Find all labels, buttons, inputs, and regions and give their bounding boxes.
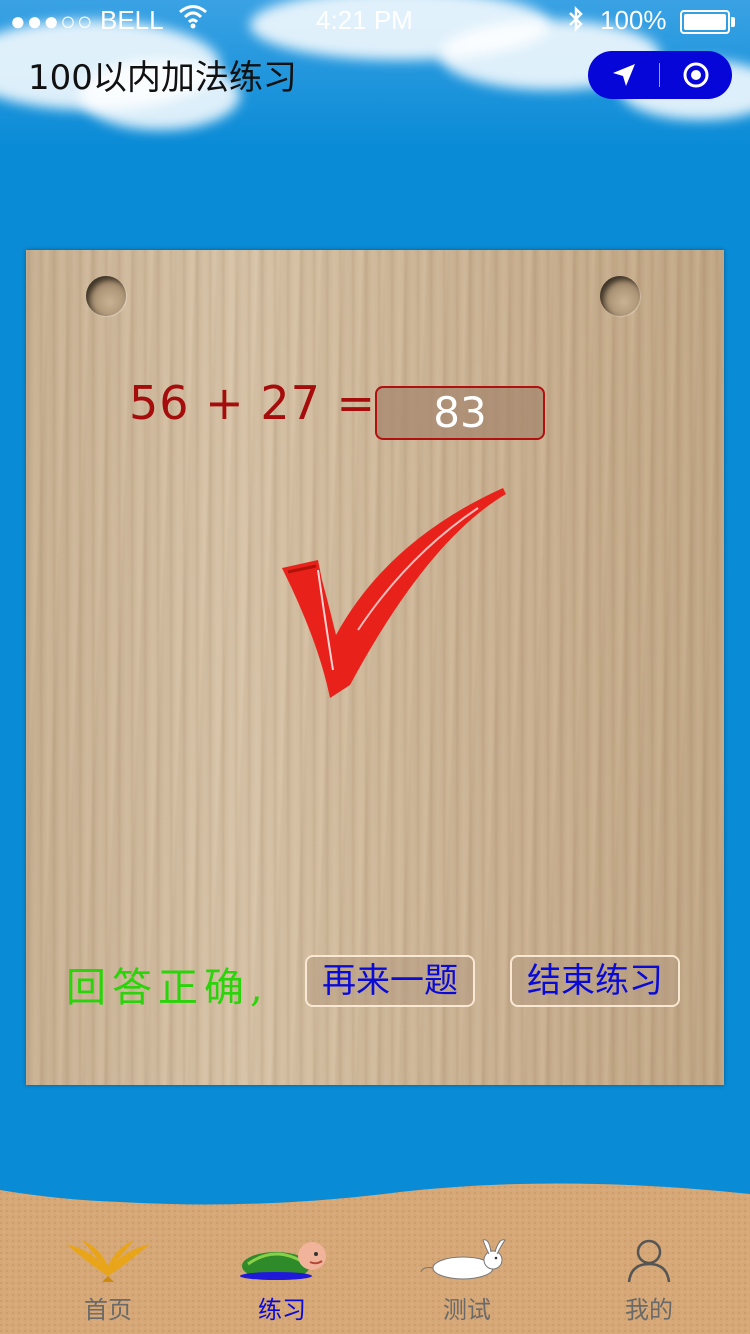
signal-strength-icon: ●●●○○: [10, 6, 94, 36]
eagle-icon: [33, 1236, 183, 1288]
carrier-name: BELL: [100, 5, 164, 35]
status-time: 4:21 PM: [316, 5, 413, 35]
close-target-button[interactable]: [660, 51, 732, 99]
wood-board: 56 + 27 = 83 回答正确, 再来一题 结束练习: [26, 250, 724, 1085]
checkmark-icon: [282, 488, 506, 698]
board-hole-left: [86, 276, 126, 316]
tab-mine[interactable]: 我的: [574, 1236, 724, 1332]
equals-sign: =: [336, 376, 377, 430]
bluetooth-icon: [566, 5, 586, 40]
mini-program-capsule: [588, 51, 732, 99]
battery-percentage: 100%: [600, 5, 667, 35]
location-button[interactable]: [588, 51, 660, 99]
page-title: 100以内加法练习: [28, 58, 297, 98]
tab-test-label: 测试: [443, 1296, 491, 1324]
tab-test[interactable]: 测试: [392, 1236, 542, 1332]
tab-practice-label: 练习: [258, 1296, 306, 1324]
turtle-icon: [207, 1236, 357, 1288]
status-bar: ●●●○○ BELL 4:21 PM 100%: [0, 0, 750, 40]
operand-a: 56: [129, 376, 190, 430]
rabbit-icon: [392, 1236, 542, 1288]
operator: +: [205, 376, 245, 430]
answer-input[interactable]: 83: [375, 386, 545, 440]
board-hole-right: [600, 276, 640, 316]
battery-icon: [680, 10, 735, 34]
equation: 56 + 27 =: [129, 376, 376, 430]
next-question-button[interactable]: 再来一题: [305, 955, 475, 1007]
location-arrow-icon: [613, 64, 635, 86]
tab-home[interactable]: 首页: [33, 1236, 183, 1332]
tab-home-label: 首页: [84, 1296, 132, 1324]
operand-b: 27: [260, 376, 321, 430]
tab-practice[interactable]: 练习: [207, 1236, 357, 1332]
end-practice-button[interactable]: 结束练习: [510, 955, 680, 1007]
result-message: 回答正确,: [66, 965, 269, 1011]
person-icon: [574, 1236, 724, 1288]
tab-mine-label: 我的: [625, 1296, 673, 1324]
wifi-icon: [178, 3, 208, 36]
target-icon: [683, 62, 709, 88]
